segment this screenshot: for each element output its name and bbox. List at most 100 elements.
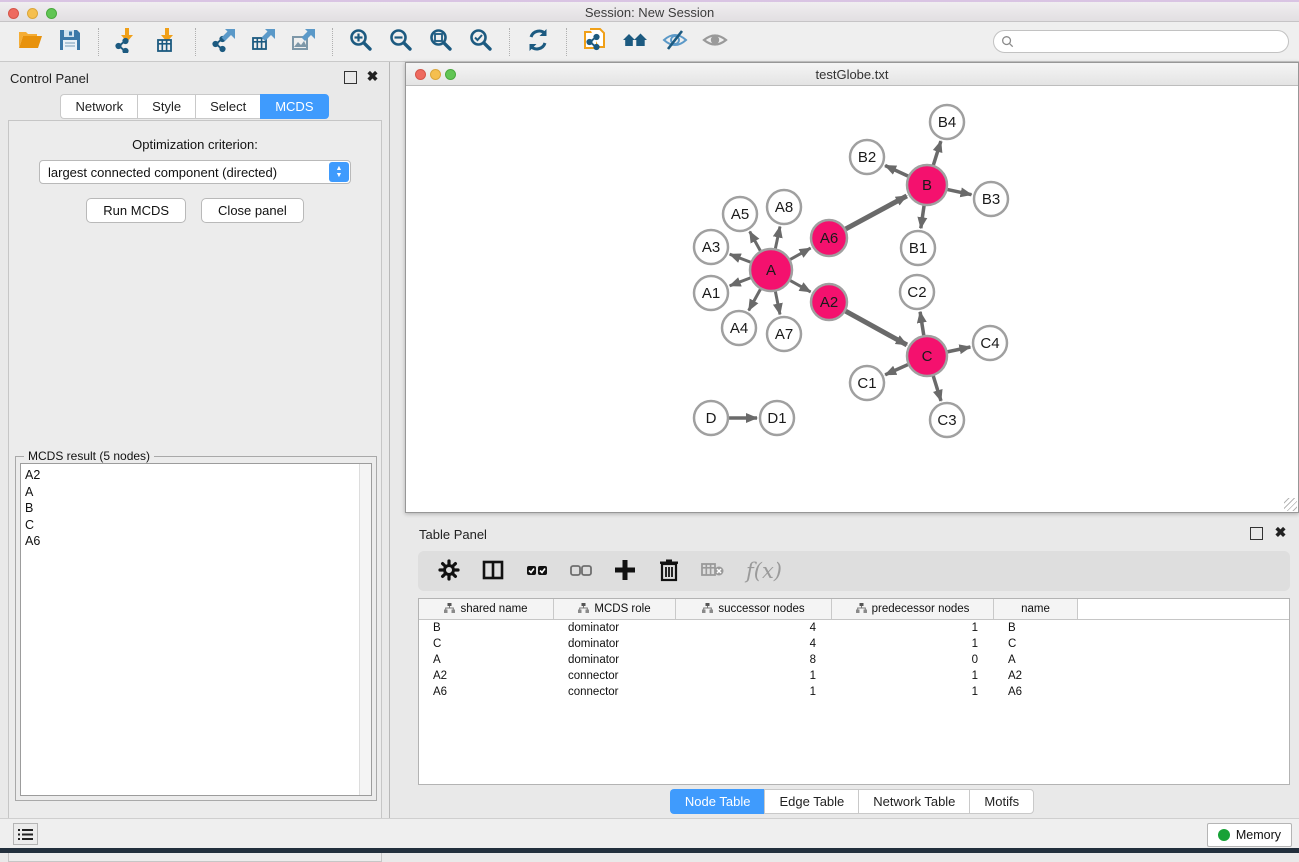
graph-node-A5[interactable]: A5 (723, 197, 757, 231)
graph-edge-C-C2[interactable] (920, 312, 924, 336)
tab-network[interactable]: Network (60, 94, 137, 119)
refresh-view-button[interactable] (518, 24, 558, 60)
graph-node-B3[interactable]: B3 (974, 182, 1008, 216)
graph-edge-C-C1[interactable] (885, 364, 909, 375)
split-panel-button[interactable] (474, 554, 512, 588)
task-history-button[interactable] (13, 823, 38, 845)
graph-node-A4[interactable]: A4 (722, 311, 756, 345)
table-row[interactable]: Adominator80A (419, 652, 1289, 668)
add-column-button[interactable] (606, 554, 644, 588)
table-cell[interactable]: C (994, 638, 1078, 650)
save-session-button[interactable] (50, 24, 90, 60)
zoom-out-button[interactable] (381, 24, 421, 60)
select-all-button[interactable] (518, 554, 556, 588)
tab-motifs[interactable]: Motifs (969, 789, 1034, 814)
graph-edge-A-A3[interactable] (730, 254, 752, 262)
tab-node-table[interactable]: Node Table (670, 789, 765, 814)
column-header-shared-name[interactable]: shared name (419, 599, 554, 619)
graph-edge-A-A2[interactable] (789, 280, 810, 292)
column-header-successor-nodes[interactable]: successor nodes (676, 599, 832, 619)
memory-button[interactable]: Memory (1207, 823, 1292, 847)
search-box[interactable] (993, 30, 1289, 53)
export-network-button[interactable] (204, 24, 244, 60)
table-cell[interactable]: 4 (676, 622, 832, 634)
graph-node-C4[interactable]: C4 (973, 326, 1007, 360)
deselect-all-button[interactable] (562, 554, 600, 588)
table-cell[interactable]: dominator (554, 622, 676, 634)
table-cell[interactable]: 0 (832, 654, 994, 666)
float-panel-icon[interactable] (344, 71, 357, 84)
tab-select[interactable]: Select (195, 94, 260, 119)
graph-node-A[interactable]: A (750, 249, 792, 291)
graph-edge-A-A1[interactable] (730, 278, 752, 286)
table-cell[interactable]: A6 (994, 686, 1078, 698)
table-cell[interactable]: 1 (676, 670, 832, 682)
node-table[interactable]: shared nameMCDS rolesuccessor nodesprede… (418, 598, 1290, 785)
hide-eye-button[interactable] (655, 24, 695, 60)
home-views-button[interactable] (615, 24, 655, 60)
zoom-in-button[interactable] (341, 24, 381, 60)
float-table-panel-icon[interactable] (1250, 527, 1263, 540)
close-panel-icon[interactable]: ✖ (366, 71, 379, 84)
table-row[interactable]: A2connector11A2 (419, 668, 1289, 684)
graph-node-A3[interactable]: A3 (694, 230, 728, 264)
table-cell[interactable]: A (419, 654, 554, 666)
graph-edge-B-B2[interactable] (885, 166, 909, 177)
mcds-result-item[interactable]: A6 (25, 533, 371, 550)
graph-node-C[interactable]: C (907, 336, 947, 376)
column-header-predecessor-nodes[interactable]: predecessor nodes (832, 599, 994, 619)
graph-node-B[interactable]: B (907, 165, 947, 205)
table-cell[interactable]: A (994, 654, 1078, 666)
table-row[interactable]: Cdominator41C (419, 636, 1289, 652)
graph-edge-C-C4[interactable] (947, 347, 971, 352)
graph-edge-C-C3[interactable] (933, 375, 941, 401)
tab-mcds[interactable]: MCDS (260, 94, 328, 119)
resize-grip[interactable] (1284, 498, 1297, 511)
export-table-button[interactable] (244, 24, 284, 60)
table-row[interactable]: A6connector11A6 (419, 684, 1289, 700)
close-panel-button[interactable]: Close panel (201, 198, 304, 223)
graph-node-C1[interactable]: C1 (850, 366, 884, 400)
table-cell[interactable]: dominator (554, 638, 676, 650)
table-cell[interactable]: B (419, 622, 554, 634)
export-image-button[interactable] (284, 24, 324, 60)
mcds-result-item[interactable]: A2 (25, 467, 371, 484)
table-cell[interactable]: connector (554, 670, 676, 682)
table-cell[interactable]: connector (554, 686, 676, 698)
new-network-from-selection-button[interactable] (575, 24, 615, 60)
graph-node-A1[interactable]: A1 (694, 276, 728, 310)
table-cell[interactable]: 1 (832, 670, 994, 682)
network-canvas[interactable]: B4B2BB3A8A5A6A3B1AC2A1A2A4A7C4CC1C3DD1 (406, 86, 1298, 512)
zoom-fit-button[interactable] (421, 24, 461, 60)
table-row[interactable]: Bdominator41B (419, 620, 1289, 636)
graph-node-A2[interactable]: A2 (811, 284, 847, 320)
graph-edge-B-B3[interactable] (947, 189, 972, 194)
mcds-result-list[interactable]: A2ABCA6 (20, 463, 372, 796)
graph-node-A6[interactable]: A6 (811, 220, 847, 256)
table-cell[interactable]: 1 (676, 686, 832, 698)
graph-edge-A6-B[interactable] (845, 196, 907, 230)
table-cell[interactable]: 1 (832, 638, 994, 650)
run-mcds-button[interactable]: Run MCDS (86, 198, 186, 223)
table-cell[interactable]: 4 (676, 638, 832, 650)
show-eye-button[interactable] (695, 24, 735, 60)
tab-edge-table[interactable]: Edge Table (764, 789, 858, 814)
table-cell[interactable]: B (994, 622, 1078, 634)
open-file-button[interactable] (10, 24, 50, 60)
graph-edge-A-A8[interactable] (775, 227, 780, 250)
table-settings-button[interactable] (430, 554, 468, 588)
table-cell[interactable]: C (419, 638, 554, 650)
table-cell[interactable]: 1 (832, 686, 994, 698)
graph-node-B1[interactable]: B1 (901, 231, 935, 265)
tab-style[interactable]: Style (137, 94, 195, 119)
import-table-button[interactable] (147, 24, 187, 60)
graph-node-C3[interactable]: C3 (930, 403, 964, 437)
zoom-selected-button[interactable] (461, 24, 501, 60)
import-network-button[interactable] (107, 24, 147, 60)
graph-node-C2[interactable]: C2 (900, 275, 934, 309)
graph-node-D[interactable]: D (694, 401, 728, 435)
table-cell[interactable]: 8 (676, 654, 832, 666)
graph-edge-A-A4[interactable] (749, 288, 761, 310)
search-input[interactable] (1014, 33, 1288, 51)
graph-edge-B-B4[interactable] (933, 141, 941, 166)
